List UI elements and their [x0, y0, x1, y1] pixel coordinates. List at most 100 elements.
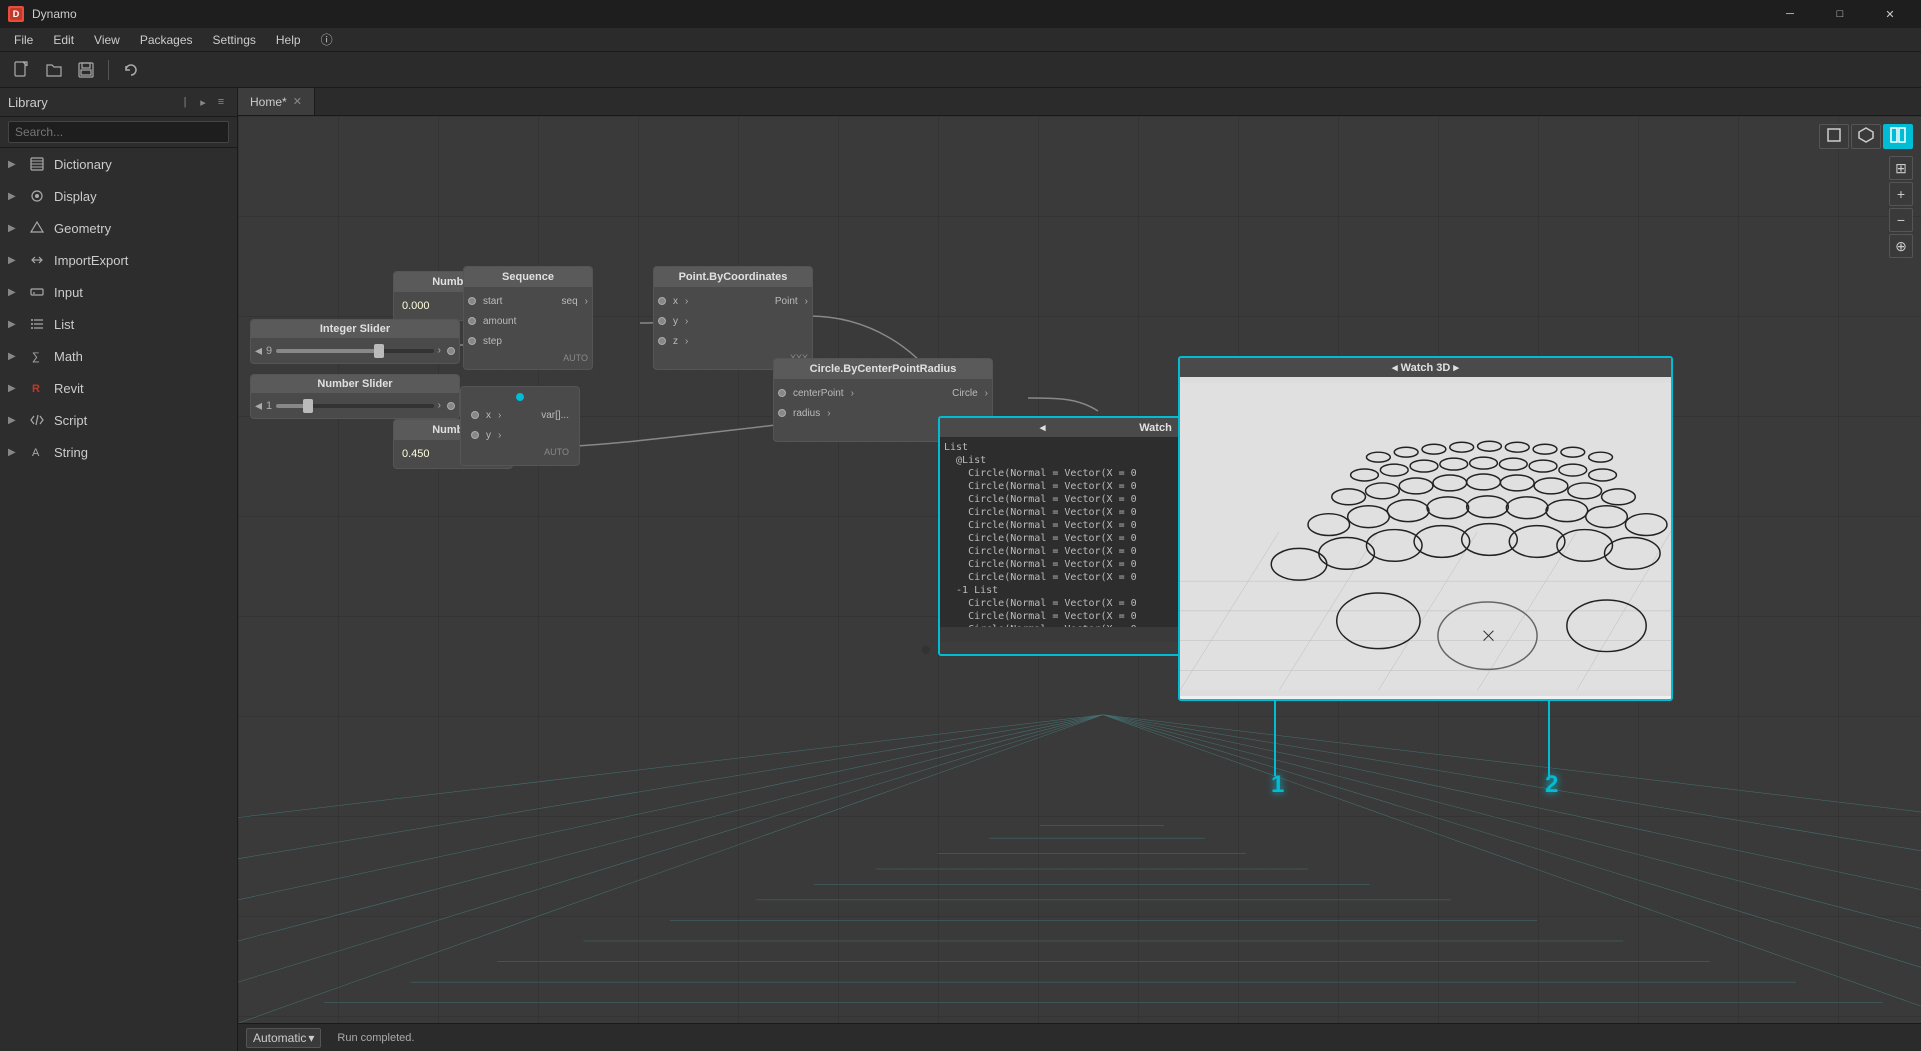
menu-file[interactable]: File	[4, 31, 43, 49]
maximize-button[interactable]: □	[1817, 0, 1863, 28]
seq-row-amount: amount	[464, 311, 592, 331]
port-centerpoint-in	[778, 389, 786, 397]
menu-info[interactable]: ⓘ	[311, 29, 343, 50]
viewport-label-2: 2	[1545, 771, 1558, 799]
dictionary-icon	[28, 155, 46, 173]
radius-arrow: ›	[827, 408, 830, 419]
menu-help[interactable]: Help	[266, 31, 311, 49]
minimize-button[interactable]: ─	[1767, 0, 1813, 28]
watch-port-in: ◂	[946, 421, 1139, 434]
new-button[interactable]	[8, 56, 36, 84]
svg-text:A: A	[32, 447, 40, 459]
save-button[interactable]	[72, 56, 100, 84]
code-x-in	[471, 411, 479, 419]
code-y-label: y	[482, 430, 495, 441]
2d-view-button[interactable]	[1819, 124, 1849, 149]
main-layout: Library | ▸ ≡ ▶ Dictionary ▶	[0, 88, 1921, 1051]
slider-decrease-button[interactable]: ◂	[255, 342, 262, 359]
integer-slider-track[interactable]	[276, 349, 434, 353]
expand-arrow-icon: ▶	[8, 255, 20, 266]
port-point-label: Point	[771, 296, 802, 307]
sidebar-item-math[interactable]: ▶ ∑ Math	[0, 340, 237, 372]
slider-decrease-btn2[interactable]: ◂	[255, 397, 262, 414]
canvas[interactable]: Number 0.000 › Sequence	[238, 116, 1921, 1051]
zoom-out-button[interactable]: −	[1889, 208, 1913, 232]
menu-view[interactable]: View	[84, 31, 130, 49]
library-header-icons: | ▸ ≡	[177, 94, 229, 110]
revit-icon: R	[28, 379, 46, 397]
tab-close-icon[interactable]: ✕	[293, 95, 302, 108]
string-label: String	[54, 445, 88, 460]
sequence-body: start seq › amount	[464, 287, 592, 369]
library-icon-3[interactable]: ≡	[213, 94, 229, 110]
number-slider-body: ◂ 1 ›	[251, 393, 459, 418]
zoom-in-button[interactable]: +	[1889, 182, 1913, 206]
integer-slider-node: Integer Slider ◂ 9 ›	[250, 319, 460, 364]
svg-text:R: R	[32, 383, 40, 395]
seq-row-step: step	[464, 331, 592, 351]
watch3d-visualization	[1180, 377, 1671, 696]
code-block-body: x › var[]... y › AUTO	[461, 387, 579, 465]
run-mode-select[interactable]: Automatic ▾	[246, 1028, 321, 1048]
sidebar-item-script[interactable]: ▶ Script	[0, 404, 237, 436]
app-title: Dynamo	[32, 7, 77, 21]
number-slider-track[interactable]	[276, 404, 434, 408]
sidebar-item-revit[interactable]: ▶ R Revit	[0, 372, 237, 404]
3d-view-button[interactable]	[1851, 124, 1881, 149]
library-icon-2[interactable]: ▸	[195, 94, 211, 110]
code-y-in	[471, 431, 479, 439]
home-tab[interactable]: Home* ✕	[238, 88, 315, 115]
menu-settings[interactable]: Settings	[203, 31, 266, 49]
point-row-z: z ›	[654, 331, 812, 351]
bottombar: Automatic ▾ Run completed.	[238, 1023, 1921, 1051]
expand-arrow-icon: ▶	[8, 415, 20, 426]
zoom-fit-button[interactable]: ⊞	[1889, 156, 1913, 180]
point-header: Point.ByCoordinates	[654, 267, 812, 287]
search-input[interactable]	[8, 121, 229, 143]
close-button[interactable]: ✕	[1867, 0, 1913, 28]
zoom-reset-button[interactable]: ⊕	[1889, 234, 1913, 258]
zoom-controls: ⊞ + − ⊕	[1889, 156, 1913, 258]
watch3d-port-out: ▸	[1453, 362, 1459, 374]
port-step-in	[468, 337, 476, 345]
sidebar-item-dictionary[interactable]: ▶ Dictionary	[0, 148, 237, 180]
code-output-label: var[]...	[541, 410, 569, 421]
sequence-header: Sequence	[464, 267, 592, 287]
code-block-row-y: y ›	[467, 425, 573, 445]
sidebar-item-list[interactable]: ▶ List	[0, 308, 237, 340]
port-x-arrow: ›	[685, 296, 688, 307]
sidebar-item-string[interactable]: ▶ A String	[0, 436, 237, 468]
port-centerpoint-label: centerPoint	[789, 388, 848, 399]
point-row-y: y ›	[654, 311, 812, 331]
expand-arrow-icon: ▶	[8, 159, 20, 170]
port-x-in	[658, 297, 666, 305]
number-value-1: 0.000	[398, 298, 434, 314]
slider-thumb2[interactable]	[303, 399, 313, 413]
centerpoint-arrow: ›	[851, 388, 854, 399]
menu-packages[interactable]: Packages	[130, 31, 203, 49]
sidebar-item-display[interactable]: ▶ Display	[0, 180, 237, 212]
code-block-port-top	[516, 393, 524, 401]
library-icon-1[interactable]: |	[177, 94, 193, 110]
seq-out-arrow: ›	[585, 296, 588, 307]
undo-button[interactable]	[117, 56, 145, 84]
menu-edit[interactable]: Edit	[43, 31, 84, 49]
sidebar-item-input[interactable]: ▶ Input	[0, 276, 237, 308]
point-out-arrow: ›	[805, 296, 808, 307]
script-icon	[28, 411, 46, 429]
watch3d-title: Watch 3D	[1401, 362, 1451, 374]
sidebar-item-geometry[interactable]: ▶ Geometry	[0, 212, 237, 244]
importexport-label: ImportExport	[54, 253, 128, 268]
point-row-x: x › Point ›	[654, 291, 812, 311]
svg-text:∑: ∑	[32, 351, 40, 363]
port-radius-label: radius	[789, 408, 824, 419]
library-panel: Library | ▸ ≡ ▶ Dictionary ▶	[0, 88, 238, 1051]
split-view-button[interactable]	[1883, 124, 1913, 149]
canvas-area: Home* ✕	[238, 88, 1921, 1051]
open-button[interactable]	[40, 56, 68, 84]
port-y-in	[658, 317, 666, 325]
integer-slider-header: Integer Slider	[251, 320, 459, 338]
sidebar-item-importexport[interactable]: ▶ ImportExport	[0, 244, 237, 276]
toolbar	[0, 52, 1921, 88]
slider-thumb[interactable]	[374, 344, 384, 358]
